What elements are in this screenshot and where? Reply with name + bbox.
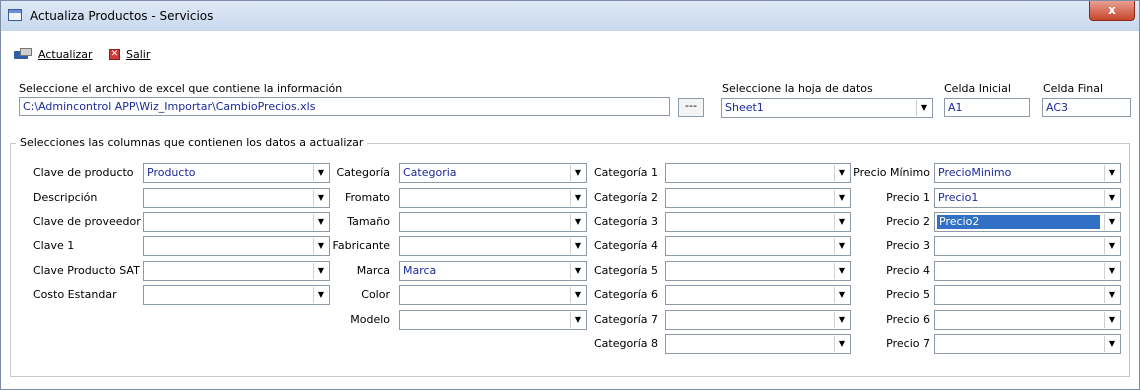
sheet-label: Seleccione la hoja de datos (722, 82, 873, 95)
col4-select-value: Precio2 (937, 215, 1100, 229)
salir-button[interactable]: ✕ Salir (109, 45, 150, 63)
col2-label: Fromato (344, 191, 390, 204)
col1-select[interactable]: ▼ (143, 261, 330, 281)
title-bar[interactable]: Actualiza Productos - Servicios x (1, 1, 1139, 31)
col4-label: Precio Mínimo (853, 166, 930, 179)
actualizar-label: Actualizar (38, 47, 93, 61)
chevron-down-icon[interactable]: ▼ (1104, 263, 1119, 279)
col2-select[interactable]: ▼ (399, 236, 587, 256)
col3-label: Categoría 2 (593, 191, 658, 204)
col4-label: Precio 2 (886, 215, 930, 228)
exit-icon: ✕ (109, 48, 120, 60)
col1-label: Clave 1 (33, 239, 75, 252)
col2-label: Modelo (350, 313, 390, 326)
col3-label: Categoría 6 (593, 288, 658, 301)
sheet-select[interactable]: Sheet1 ▼ (721, 98, 933, 118)
col2-label: Color (361, 288, 390, 301)
chevron-down-icon[interactable]: ▼ (1104, 287, 1119, 303)
col4-label: Precio 4 (886, 264, 930, 277)
col1-select[interactable]: ▼ (143, 212, 330, 232)
file-label: Seleccione el archivo de excel que conti… (19, 82, 343, 95)
col4-select[interactable]: PrecioMinimo ▼ (934, 163, 1121, 183)
chevron-down-icon[interactable]: ▼ (1104, 336, 1119, 352)
col2-label: Categoría (336, 166, 390, 179)
col4-select-value: Precio1 (938, 191, 979, 204)
col3-label: Categoría 1 (593, 166, 658, 179)
col2-label: Marca (356, 264, 390, 277)
col4-label: Precio 5 (886, 288, 930, 301)
col1-label: Costo Estandar (33, 288, 117, 301)
window-icon (8, 9, 22, 21)
chevron-down-icon[interactable]: ▼ (1104, 312, 1119, 328)
col1-select-value: Producto (147, 166, 196, 179)
col4-label: Precio 7 (886, 337, 930, 350)
chevron-down-icon[interactable]: ▼ (1104, 165, 1119, 181)
col2-select[interactable]: ▼ (399, 285, 587, 305)
celda-inicial-label: Celda Inicial (944, 82, 1011, 95)
col2-select[interactable]: ▼ (399, 188, 587, 208)
col2-label: Fabricante (332, 239, 390, 252)
col1-label: Clave Producto SAT (33, 264, 140, 277)
col2-select[interactable]: ▼ (399, 212, 587, 232)
col4-select-value: PrecioMinimo (938, 166, 1012, 179)
col4-label: Precio 3 (886, 239, 930, 252)
col4-select[interactable]: ▼ (934, 236, 1121, 256)
col4-select[interactable]: Precio1 ▼ (934, 188, 1121, 208)
col1-select[interactable]: Producto ▼ (143, 163, 330, 183)
salir-label: Salir (126, 47, 151, 61)
celda-final-label: Celda Final (1043, 82, 1104, 95)
col1-select[interactable]: ▼ (143, 285, 330, 305)
window-title: Actualiza Productos - Servicios (30, 9, 214, 23)
group-title: Selecciones las columnas que contienen l… (16, 136, 368, 149)
col3-label: Categoría 4 (593, 239, 658, 252)
chevron-down-icon[interactable]: ▼ (916, 100, 931, 116)
chevron-down-icon[interactable]: ▼ (1104, 214, 1119, 230)
col4-label: Precio 6 (886, 313, 930, 326)
col3-label: Categoría 8 (593, 337, 658, 350)
chevron-down-icon[interactable]: ▼ (1104, 238, 1119, 254)
actualizar-button[interactable]: Actualizar (14, 45, 93, 63)
col4-select[interactable]: Precio2 ▼ (934, 212, 1121, 232)
celda-inicial-field[interactable]: A1 (944, 98, 1030, 117)
col3-label: Categoría 5 (593, 264, 658, 277)
sheet-value: Sheet1 (725, 101, 764, 114)
update-icon (14, 48, 32, 60)
file-path-field[interactable]: C:\Admincontrol APP\Wiz_Importar\CambioP… (19, 97, 670, 116)
col4-select[interactable]: ▼ (934, 310, 1121, 330)
close-button[interactable]: x (1089, 1, 1135, 21)
col1-select[interactable]: ▼ (143, 188, 330, 208)
col2-select[interactable]: ▼ (399, 310, 587, 330)
col4-label: Precio 1 (886, 191, 930, 204)
col1-label: Clave de producto (33, 166, 134, 179)
col2-select[interactable]: Marca ▼ (399, 261, 587, 281)
col1-label: Clave de proveedor (33, 215, 141, 228)
browse-button[interactable]: --- (678, 98, 704, 117)
col3-label: Categoría 3 (593, 215, 658, 228)
col2-select-value: Categoria (403, 166, 457, 179)
celda-final-field[interactable]: AC3 (1042, 98, 1131, 117)
col4-select[interactable]: ▼ (934, 334, 1121, 354)
col4-select[interactable]: ▼ (934, 285, 1121, 305)
col1-label: Descripción (33, 191, 98, 204)
col2-select-value: Marca (403, 264, 437, 277)
col2-select[interactable]: Categoria ▼ (399, 163, 587, 183)
col3-label: Categoría 7 (593, 313, 658, 326)
col2-label: Tamaño (347, 215, 390, 228)
col1-select[interactable]: ▼ (143, 236, 330, 256)
chevron-down-icon[interactable]: ▼ (1104, 190, 1119, 206)
col4-select[interactable]: ▼ (934, 261, 1121, 281)
